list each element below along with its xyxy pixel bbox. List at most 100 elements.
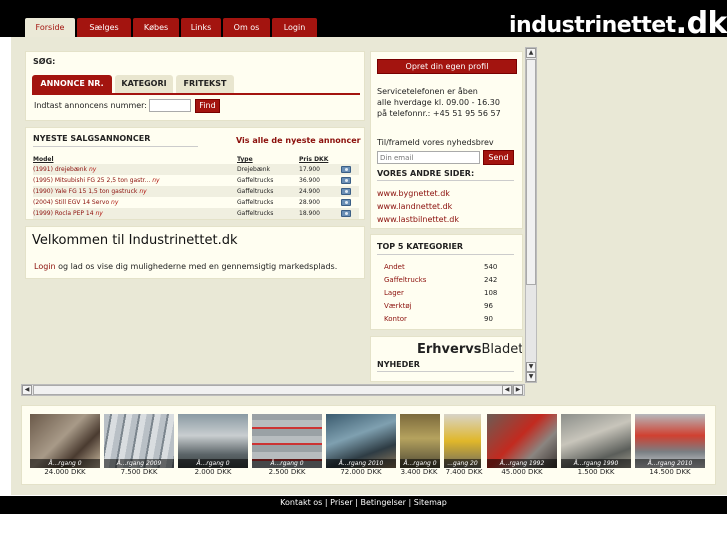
category-count: 540 [484, 263, 498, 271]
nav-om-os[interactable]: Om os [223, 18, 270, 37]
scroll-thumb[interactable] [33, 385, 513, 395]
ad-model[interactable]: (2004) Still EGV 14 Servo [33, 199, 109, 206]
ad-type: Drejebænk [237, 164, 299, 175]
table-row[interactable]: (1990) Yale FG 15 1,5 ton gastruck ny Ga… [33, 186, 359, 197]
thumbnail-caption: Å...rgang 0 [178, 459, 248, 468]
col-price: Pris DKK [299, 156, 329, 163]
list-item[interactable]: Værktøj 96 [384, 300, 497, 313]
service-panel: Opret din egen profil Servicetelefonen e… [370, 51, 523, 229]
scroll-left-icon[interactable]: ◀ [22, 385, 32, 395]
scroll-down-icon[interactable]: ▼ [526, 362, 536, 372]
inner-horizontal-scrollbar[interactable]: ◀ ◀ ▶ [21, 384, 525, 396]
footer-link-kontakt[interactable]: Kontakt os [280, 498, 322, 507]
list-item[interactable]: Gaffeltrucks 242 [384, 274, 497, 287]
camera-icon[interactable] [341, 199, 351, 206]
category-name[interactable]: Værktøj [384, 300, 484, 313]
scroll-down-icon[interactable]: ▼ [526, 372, 536, 382]
ad-price: 24.900 [299, 186, 341, 197]
camera-icon[interactable] [341, 210, 351, 217]
listing-thumbnail[interactable]: Å...rgang 0 [400, 414, 440, 468]
listing-thumbnail[interactable]: Å...rgang 1990 [561, 414, 631, 468]
inner-vertical-scrollbar[interactable]: ▲ ▼ ▼ [525, 47, 537, 383]
welcome-text-line: Login og lad os vise dig mulighederne me… [34, 262, 337, 271]
ad-model[interactable]: (1990) Yale FG 15 1,5 ton gastruck [33, 188, 137, 195]
other-site-link[interactable]: www.lastbilnettet.dk [377, 213, 459, 226]
ad-price: 17.900 [299, 164, 341, 175]
other-site-link[interactable]: www.landnettet.dk [377, 200, 459, 213]
listing-thumbnail[interactable]: Å...rgang 1992 [487, 414, 557, 468]
ad-model[interactable]: (1999) Rocla PEP 14 [33, 210, 94, 217]
list-item[interactable]: Andet 540 [384, 261, 497, 274]
tab-fritekst[interactable]: FRITEKST [176, 75, 234, 93]
scroll-left-icon[interactable]: ◀ [502, 385, 512, 395]
table-row[interactable]: (1991) drejebænk ny Drejebænk 17.900 [33, 164, 359, 175]
create-profile-button[interactable]: Opret din egen profil [377, 59, 517, 74]
newsletter-label: Til/frameld vores nyhedsbrev [377, 138, 494, 147]
footer-link-sitemap[interactable]: Sitemap [414, 498, 447, 507]
nav-koebes[interactable]: Købes [133, 18, 179, 37]
footer-link-betingelser[interactable]: Betingelser [361, 498, 406, 507]
tab-kategori[interactable]: KATEGORI [115, 75, 173, 93]
scroll-right-icon[interactable]: ▶ [513, 385, 523, 395]
other-sites-title: VORES ANDRE SIDER: [377, 169, 475, 178]
ad-model[interactable]: (1991) drejebænk [33, 166, 87, 173]
table-row[interactable]: (1999) Rocla PEP 14 ny Gaffeltrucks 18.9… [33, 208, 359, 219]
camera-icon[interactable] [341, 188, 351, 195]
thumbnail-caption: Å...rgang 1992 [487, 459, 557, 468]
other-site-link[interactable]: www.bygnettet.dk [377, 187, 459, 200]
top5-list: Andet 540 Gaffeltrucks 242 Lager 108 Værktø… [384, 261, 497, 326]
camera-icon[interactable] [341, 166, 351, 173]
divider [377, 180, 514, 181]
listing-thumbnail[interactable]: Å...rgang 0 [30, 414, 100, 468]
newsletter-email-input[interactable] [377, 151, 480, 164]
annonce-number-input[interactable] [149, 99, 191, 112]
tab-annonce-nr[interactable]: ANNONCE NR. [32, 75, 112, 93]
site-logo[interactable]: industrinettet.dk [509, 5, 727, 41]
eb-logo-b: Bladet [481, 342, 523, 357]
category-name[interactable]: Kontor [384, 313, 484, 326]
news-title: NYHEDER [377, 360, 420, 369]
listing-thumbnail[interactable]: Å...rgang 0 [252, 414, 322, 468]
category-name[interactable]: Lager [384, 287, 484, 300]
thumbnail-caption: Å...rgang 2010 [635, 459, 705, 468]
logo-main: industrinettet [509, 13, 676, 38]
thumbnail-caption: ...gang 20 [444, 459, 481, 468]
table-row[interactable]: (1995) Mitsubishi FG 25 2,5 ton gastr...… [33, 175, 359, 186]
category-name[interactable]: Gaffeltrucks [384, 274, 484, 287]
listing-thumbnail[interactable]: Å...rgang 2010 [326, 414, 396, 468]
list-item[interactable]: Kontor 90 [384, 313, 497, 326]
thumbnail-price: 72.000 DKK [340, 468, 382, 476]
find-button[interactable]: Find [195, 99, 220, 113]
footer-link-priser[interactable]: Priser [330, 498, 353, 507]
welcome-text: og lad os vise dig mulighederne med en g… [58, 262, 338, 271]
scroll-up-icon[interactable]: ▲ [526, 48, 536, 58]
category-count: 108 [484, 289, 498, 297]
nav-login[interactable]: Login [272, 18, 317, 37]
list-item[interactable]: Lager 108 [384, 287, 497, 300]
service-line: på telefonnr.: +45 51 95 56 57 [377, 109, 501, 118]
ad-model[interactable]: (1995) Mitsubishi FG 25 2,5 ton gastr... [33, 177, 150, 184]
new-badge: ny [95, 210, 103, 217]
login-link[interactable]: Login [34, 262, 56, 271]
scroll-thumb[interactable] [526, 59, 536, 285]
table-row[interactable]: (2004) Still EGV 14 Servo ny Gaffeltruck… [33, 197, 359, 208]
listing-thumbnail[interactable]: Å...rgang 0 [178, 414, 248, 468]
thumbnail-price: 7.400 DKK [445, 468, 483, 476]
divider [377, 254, 514, 255]
nav-links[interactable]: Links [181, 18, 221, 37]
see-all-link[interactable]: Vis alle de nyeste annoncer [236, 136, 361, 145]
nav-forside[interactable]: Forside [25, 18, 75, 37]
listing-thumbnail[interactable]: ...gang 20 [444, 414, 481, 468]
nav-saelges[interactable]: Sælges [77, 18, 131, 37]
col-photo [341, 155, 359, 164]
category-name[interactable]: Andet [384, 261, 484, 274]
ad-type: Gaffeltrucks [237, 208, 299, 219]
listing-thumbnail[interactable]: Å...rgang 2010 [635, 414, 705, 468]
camera-icon[interactable] [341, 177, 351, 184]
send-button[interactable]: Send [483, 150, 514, 165]
thumbnail-price: 14.500 DKK [649, 468, 691, 476]
welcome-panel: Velkommen til Industrinettet.dk Login og… [25, 226, 365, 279]
newest-title: NYESTE SALGSANNONCER [33, 134, 151, 143]
erhvervsbladet-logo[interactable]: ErhvervsBladet [417, 342, 523, 357]
listing-thumbnail[interactable]: Å...rgang 2009 [104, 414, 174, 468]
